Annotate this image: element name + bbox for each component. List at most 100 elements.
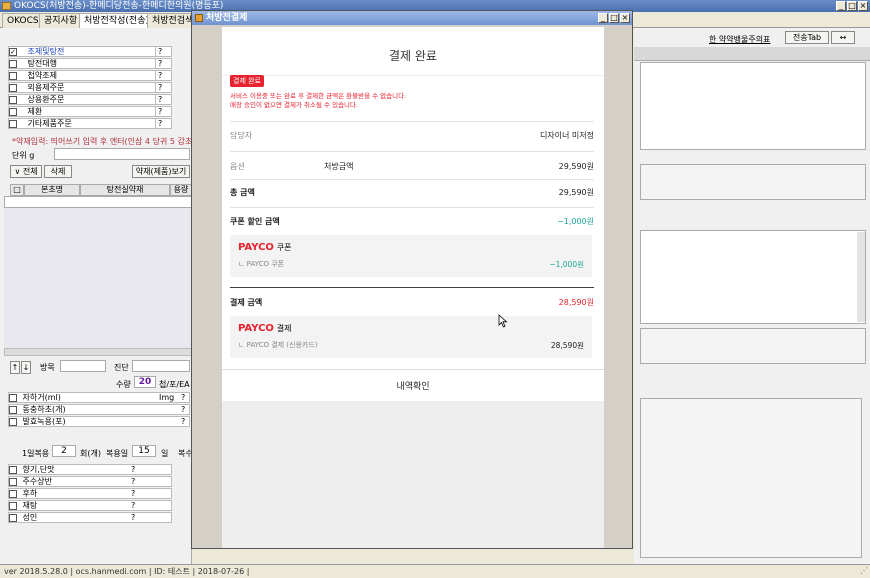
service-option-label: 외용제주문 [27, 83, 65, 92]
help-icon[interactable]: ? [131, 513, 135, 522]
service-option-row[interactable]: 외용제주문? [8, 82, 172, 93]
flavor-row[interactable]: 성인? [8, 512, 172, 523]
flavor-row[interactable]: 향기,단맛? [8, 464, 172, 475]
caution-table-link[interactable]: 한 약약뱅울주의표 [709, 34, 770, 45]
checkbox[interactable] [9, 83, 17, 92]
right-option-box[interactable] [640, 164, 866, 200]
transfer-tab-button[interactable]: 전송Tab [785, 31, 829, 44]
help-icon[interactable]: ? [155, 71, 162, 80]
right-textarea[interactable] [640, 230, 866, 324]
herb-view-button[interactable]: 약재(제품)보기 [132, 165, 190, 178]
help-icon[interactable]: ? [181, 405, 185, 414]
checkbox[interactable] [9, 95, 17, 104]
extra-item-row[interactable]: 발효녹용(포)? [8, 416, 190, 427]
payment-box: PAYCO 결제 ㄴ PAYCO 결제 (신용카드) 28,590원 [230, 316, 592, 358]
modal-app-icon [195, 14, 203, 22]
pack-label: 방목 [40, 363, 55, 372]
checkbox[interactable] [9, 465, 17, 474]
coupon-box-amount: −1,000원 [549, 260, 584, 269]
pack-input[interactable] [60, 360, 106, 372]
checkbox[interactable] [9, 477, 17, 486]
checkbox[interactable] [9, 107, 17, 116]
checkbox[interactable]: ✓ [9, 47, 17, 56]
days-input[interactable]: 15 [132, 445, 156, 457]
service-option-row[interactable]: ✓ 조제및탕전? [8, 46, 172, 57]
service-option-row[interactable]: 탕전대행? [8, 58, 172, 69]
checkbox[interactable] [9, 417, 17, 426]
help-icon[interactable]: ? [131, 465, 135, 474]
checkbox[interactable] [9, 489, 17, 498]
coupon-box: PAYCO 쿠폰 ㄴ PAYCO 쿠폰 −1,000원 [230, 235, 592, 277]
cursor-icon [498, 314, 508, 328]
service-option-label: 첩약조제 [27, 71, 57, 80]
grid-header-dose: 용량 [170, 184, 192, 196]
herb-grid-row[interactable] [4, 196, 192, 208]
select-all-button[interactable]: ∨ 전체 [10, 165, 42, 178]
pay-divider [230, 287, 594, 288]
service-option-row[interactable]: 기타제품주문? [8, 118, 172, 129]
service-option-row[interactable]: 제환? [8, 106, 172, 117]
help-icon[interactable]: ? [131, 489, 135, 498]
flavor-label: 성인 [22, 513, 38, 522]
option-value: 29,590원 [558, 162, 594, 171]
unit-input[interactable] [54, 148, 190, 160]
right-scrollbar[interactable] [857, 232, 865, 322]
jindan-label: 진단 [114, 363, 129, 372]
resize-grip-icon[interactable]: ⋰ [860, 566, 868, 575]
flavor-row[interactable]: 후하? [8, 488, 172, 499]
help-icon[interactable]: ? [155, 59, 162, 68]
maximize-icon[interactable]: □ [847, 1, 857, 11]
help-icon[interactable]: ? [155, 95, 162, 104]
extra-item-label: 동충하초(개) [22, 405, 66, 414]
service-option-row[interactable]: 상용환주문? [8, 94, 172, 105]
status-text: ver 2018.5.28.0 | ocs.hanmedi.com | ID: … [4, 567, 250, 576]
help-icon[interactable]: ? [131, 501, 135, 510]
help-icon[interactable]: ? [155, 107, 162, 116]
coupon-box-title-text: 쿠폰 [276, 243, 292, 252]
swap-icon[interactable]: ↔ [831, 31, 855, 44]
help-icon[interactable]: ? [155, 83, 162, 92]
help-icon[interactable]: ? [181, 417, 185, 426]
move-down-icon[interactable]: ↓ [21, 361, 31, 374]
extra-item-row[interactable]: 자하거(ml) Img? [8, 392, 190, 403]
help-icon[interactable]: ? [155, 119, 162, 128]
extra-item-row[interactable]: 동충하초(개)? [8, 404, 190, 415]
service-option-row[interactable]: 첩약조제? [8, 70, 172, 81]
qty-input[interactable]: 20 [134, 376, 156, 388]
checkbox[interactable] [9, 119, 17, 128]
close-icon[interactable]: × [858, 1, 868, 11]
checkbox[interactable] [9, 405, 17, 414]
help-icon[interactable]: ? [155, 47, 162, 56]
help-icon[interactable]: ? [131, 477, 135, 486]
tab-okocs[interactable]: OKOCS [2, 13, 44, 28]
jindan-input[interactable] [132, 360, 190, 372]
manager-label: 담당자 [230, 131, 253, 140]
tab-notice[interactable]: 공지사항 [39, 13, 83, 28]
service-option-label: 탕전대행 [27, 59, 57, 68]
help-icon[interactable]: ? [181, 393, 185, 402]
right-memo-box[interactable] [640, 62, 866, 150]
flavor-row[interactable]: 재탕? [8, 500, 172, 511]
modal-maximize-icon[interactable]: □ [609, 13, 619, 23]
delete-button[interactable]: 삭제 [44, 165, 72, 178]
flavor-row[interactable]: 주수상반? [8, 476, 172, 487]
checkbox[interactable] [9, 501, 17, 510]
service-option-label: 조제및탕전 [27, 47, 65, 56]
herb-grid-scrollbar[interactable] [4, 348, 192, 356]
service-option-label: 기타제품주문 [27, 119, 72, 128]
right-header-strip [634, 47, 870, 61]
modal-close-icon[interactable]: × [620, 13, 630, 23]
tab-prescription-write[interactable]: 처방전작성(전송) [79, 13, 154, 28]
checkbox[interactable] [9, 513, 17, 522]
minimize-icon[interactable]: _ [836, 1, 846, 11]
total-label: 총 금액 [230, 188, 255, 197]
dose-input[interactable]: 2 [52, 445, 76, 457]
flavor-label: 주수상반 [22, 477, 52, 486]
move-up-icon[interactable]: ↑ [10, 361, 20, 374]
confirm-history-button[interactable]: 내역확인 [222, 370, 604, 400]
checkbox[interactable] [9, 71, 17, 80]
modal-minimize-icon[interactable]: _ [598, 13, 608, 23]
checkbox[interactable] [9, 59, 17, 68]
grid-header-check: □ [10, 184, 24, 196]
checkbox[interactable] [9, 393, 17, 402]
